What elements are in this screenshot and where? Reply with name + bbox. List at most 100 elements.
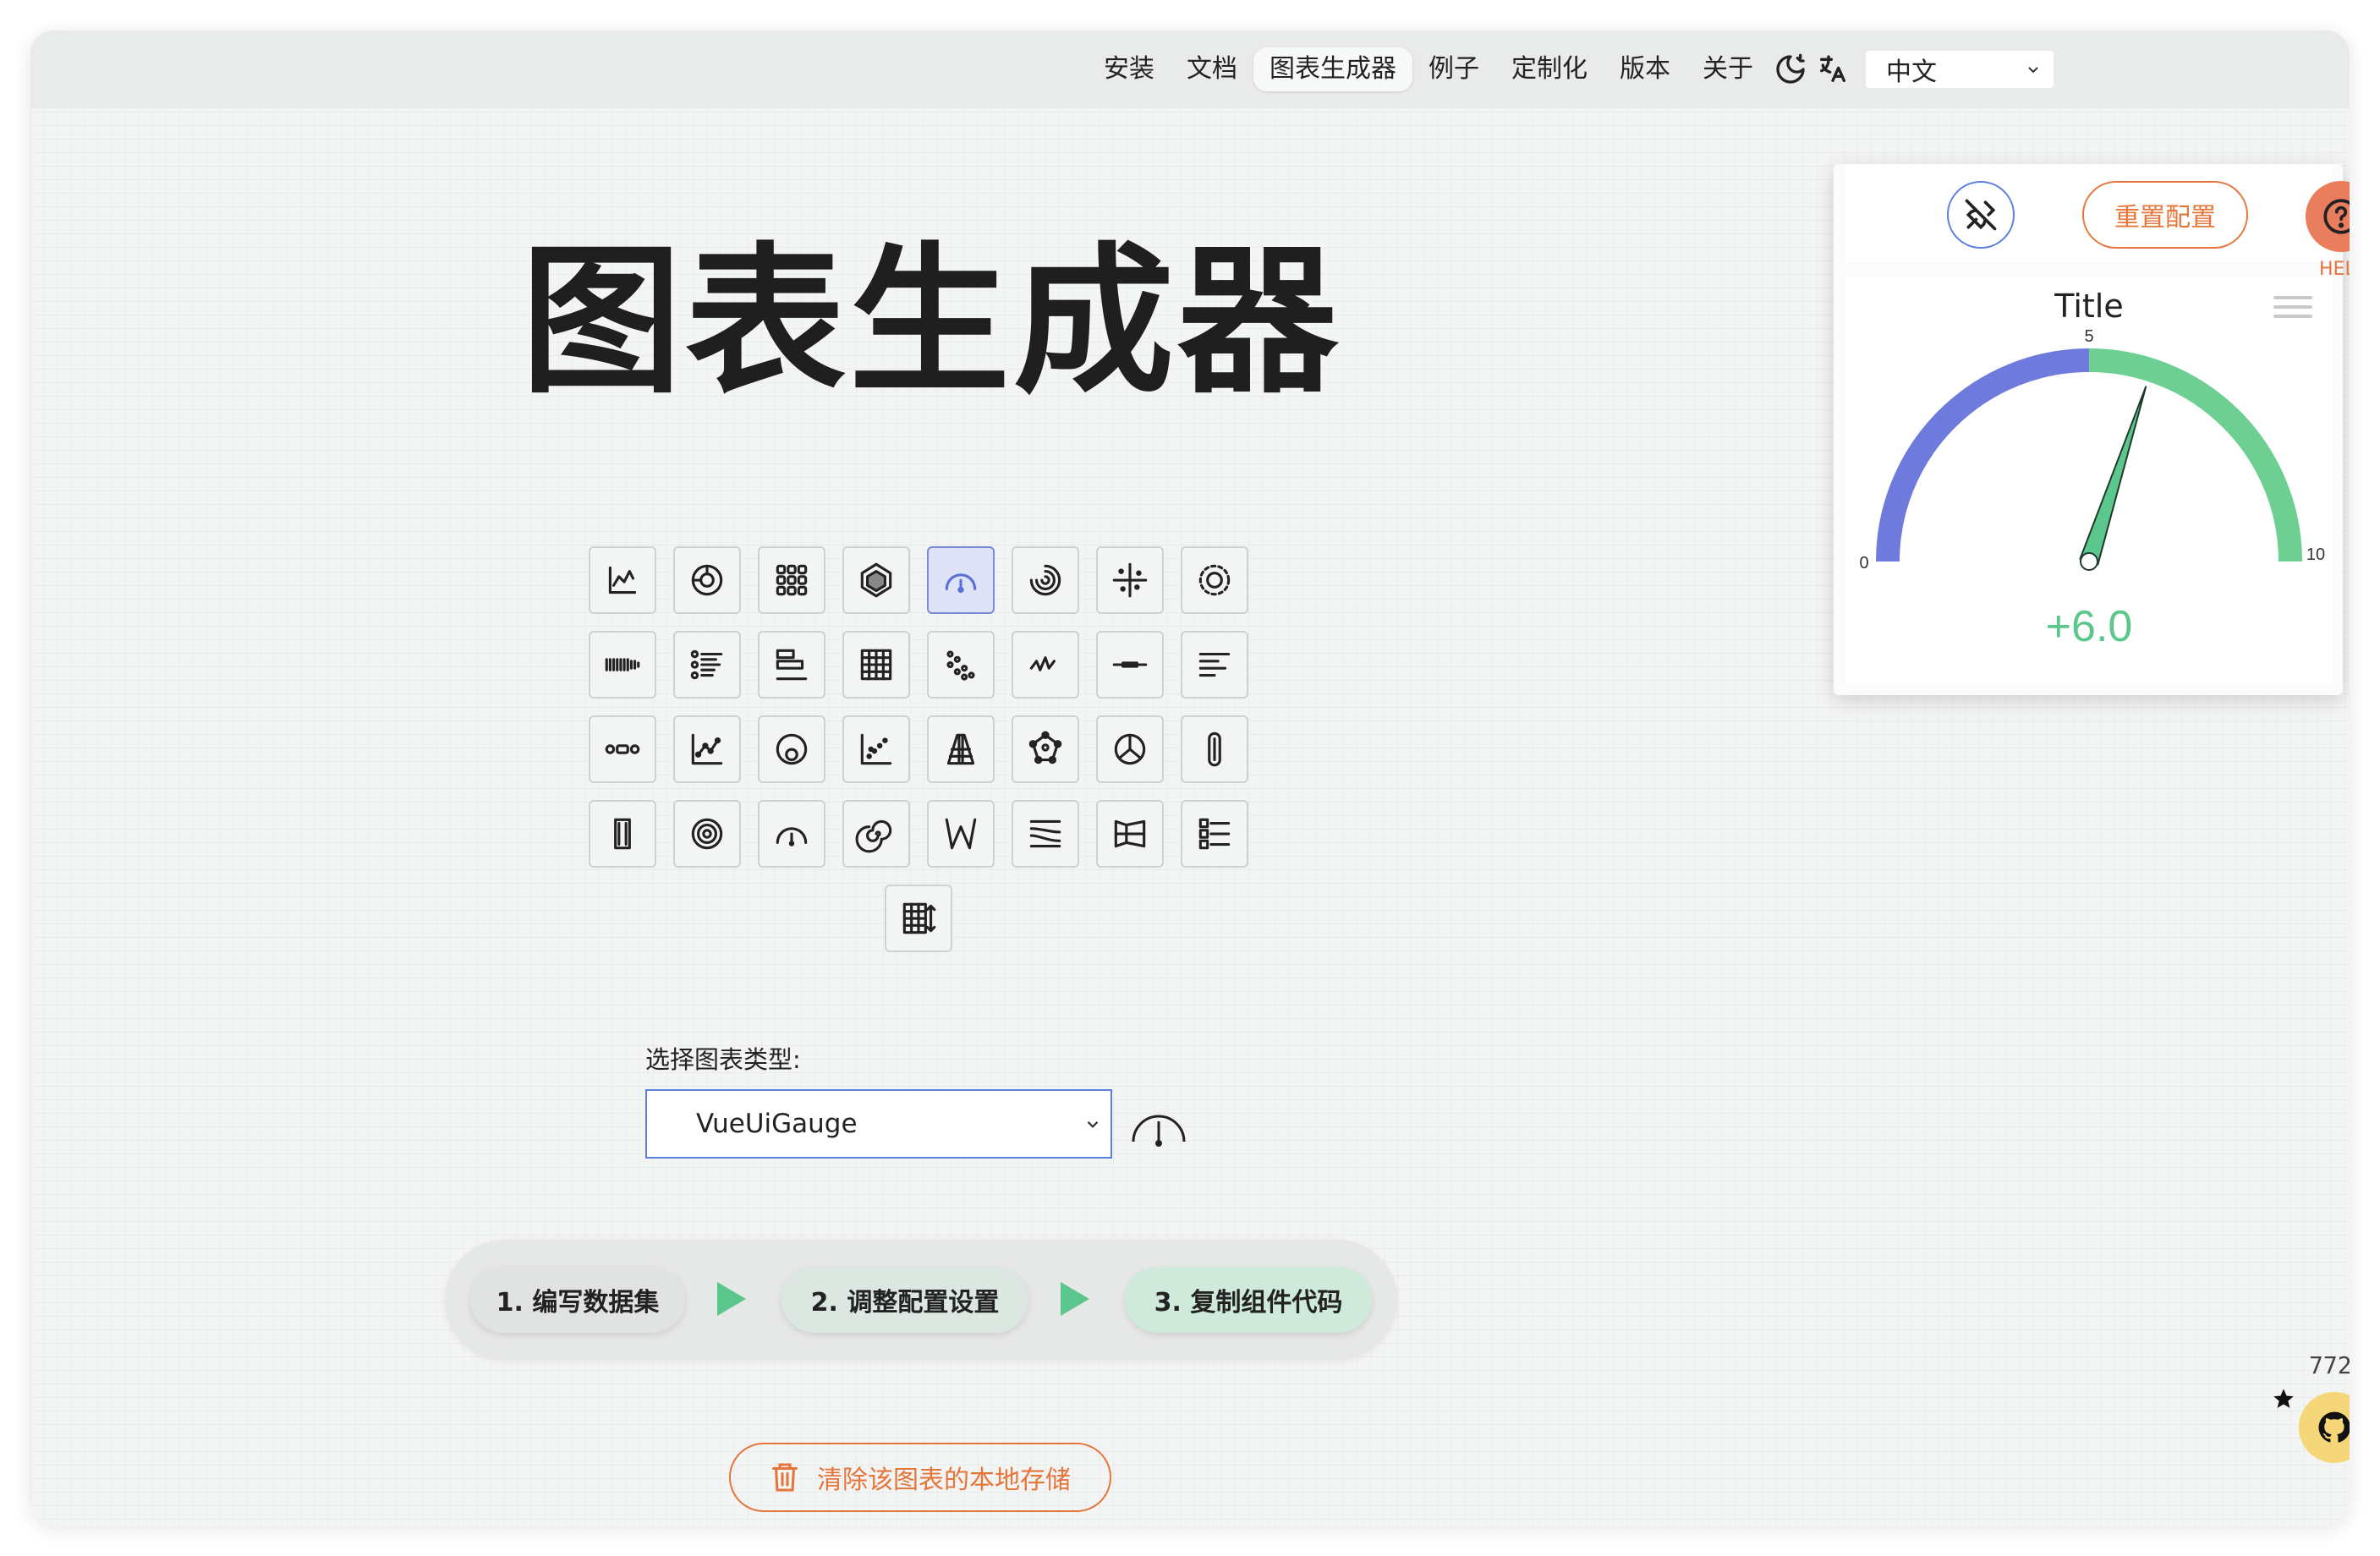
unpin-icon <box>1965 199 1997 231</box>
horizontal-bar-icon <box>776 649 808 681</box>
question-icon <box>2323 199 2350 234</box>
chart-type-button[interactable] <box>589 631 656 699</box>
chart-type-button[interactable] <box>758 631 825 699</box>
chart-type-button[interactable] <box>927 631 995 699</box>
chart-type-button[interactable] <box>1012 715 1079 783</box>
chart-type-button[interactable] <box>758 546 825 614</box>
chart-type-button[interactable] <box>1181 800 1248 868</box>
chart-type-button[interactable] <box>927 546 995 614</box>
chart-type-button[interactable] <box>1012 546 1079 614</box>
quadrant-icon <box>1112 562 1148 598</box>
gauge-needle-hub <box>2080 552 2098 571</box>
step-3[interactable]: 3. 复制组件代码 <box>1125 1267 1372 1333</box>
table-sparkline-icon <box>1198 652 1231 677</box>
github-star-count: 772 <box>2309 1351 2350 1379</box>
github-button[interactable] <box>2299 1392 2350 1463</box>
gauge-chart-card: Title 0 5 10 +6.0 <box>1845 277 2333 683</box>
chart-type-button[interactable] <box>1096 715 1164 783</box>
clear-local-storage-label: 清除该图表的本地存储 <box>817 1466 1071 1495</box>
trash-icon <box>772 1463 798 1492</box>
chart-type-button[interactable] <box>1096 546 1164 614</box>
nav-chart-builder[interactable]: 图表生成器 <box>1253 47 1412 91</box>
chart-type-button[interactable] <box>758 800 825 868</box>
chart-type-button[interactable] <box>758 715 825 783</box>
page-title: 图表生成器 <box>520 228 1341 415</box>
chart-type-value: VueUiGauge <box>696 1109 858 1139</box>
workflow-steps: 1. 编写数据集 2. 调整配置设置 3. 复制组件代码 <box>445 1240 1397 1360</box>
dark-mode-icon[interactable] <box>1769 47 1812 91</box>
step-1[interactable]: 1. 编写数据集 <box>470 1267 685 1333</box>
scatter-icon <box>946 650 975 681</box>
help-button[interactable] <box>2306 181 2350 252</box>
arrow-right-icon <box>717 1282 746 1316</box>
flow-icon <box>1029 819 1061 848</box>
chart-type-button[interactable] <box>1181 631 1248 699</box>
nav-versions[interactable]: 版本 <box>1604 47 1686 91</box>
rings-icon <box>1029 564 1061 596</box>
chart-type-button[interactable] <box>589 800 656 868</box>
chart-type-button[interactable] <box>842 631 910 699</box>
sparkline-icon <box>1029 656 1056 671</box>
chart-type-button[interactable] <box>1181 546 1248 614</box>
thermometer-icon <box>1208 731 1221 767</box>
wheel-icon <box>776 827 808 846</box>
star-icon <box>2272 1387 2295 1414</box>
chart-type-button[interactable] <box>842 546 910 614</box>
pyramid-icon <box>946 733 975 765</box>
top-navbar: 安装 文档 图表生成器 例子 定制化 版本 关于 中文 <box>30 30 2350 108</box>
scatter-plot-icon <box>860 733 892 765</box>
chart-type-button[interactable] <box>1012 631 1079 699</box>
panel-toolbar: 重置配置 HELP <box>1845 164 2350 280</box>
relation-circle-icon <box>776 733 808 765</box>
gauge-segment-0 <box>1876 348 2090 562</box>
chart-type-select[interactable]: VueUiGauge <box>645 1089 1112 1159</box>
nav-customization[interactable]: 定制化 <box>1495 47 1604 91</box>
nav-examples[interactable]: 例子 <box>1412 47 1495 91</box>
app-window: 安装 文档 图表生成器 例子 定制化 版本 关于 中文 图表生成器 选择图表类型… <box>30 30 2350 1526</box>
chart-type-button[interactable] <box>1096 800 1164 868</box>
unpin-button[interactable] <box>1947 181 2015 249</box>
spiral-icon <box>855 819 892 853</box>
chart-type-button[interactable] <box>673 631 741 699</box>
heatmap-icon <box>860 649 892 681</box>
chart-preview-panel: 重置配置 HELP Title 0510+6.0 <box>1834 164 2350 695</box>
nav-install[interactable]: 安装 <box>1088 47 1171 91</box>
table-icon <box>902 902 936 934</box>
chart-type-button[interactable] <box>885 885 952 952</box>
chevron-down-icon <box>1087 1121 1099 1128</box>
chart-type-button[interactable] <box>1012 800 1079 868</box>
translate-icon[interactable] <box>1812 47 1854 91</box>
chart-type-button[interactable] <box>673 715 741 783</box>
step-2[interactable]: 2. 调整配置设置 <box>781 1267 1028 1333</box>
github-icon <box>2318 1411 2350 1443</box>
language-select[interactable]: 中文 <box>1866 51 2054 88</box>
arrow-right-icon <box>1061 1282 1089 1316</box>
chart-type-button[interactable] <box>842 800 910 868</box>
chart-type-button[interactable] <box>589 546 656 614</box>
gauge-chart: 0 5 10 +6.0 <box>1859 327 2325 651</box>
donut-icon <box>691 564 723 596</box>
concentric-icon <box>691 818 723 850</box>
chart-type-button[interactable] <box>927 715 995 783</box>
nested-donuts-icon <box>1114 733 1146 765</box>
gauge-needle <box>2079 386 2147 566</box>
chart-type-button[interactable] <box>842 715 910 783</box>
nav-about[interactable]: 关于 <box>1686 47 1769 91</box>
chart-type-label: 选择图表类型: <box>645 1045 801 1074</box>
gauge-value-label: +6.0 <box>2046 602 2133 651</box>
chart-type-button[interactable] <box>673 800 741 868</box>
chart-type-button[interactable] <box>589 715 656 783</box>
chart-type-button[interactable] <box>1096 631 1164 699</box>
reset-config-button[interactable]: 重置配置 <box>2082 181 2248 249</box>
chart-type-button[interactable] <box>1181 715 1248 783</box>
nav-docs[interactable]: 文档 <box>1171 47 1253 91</box>
chestnut-icon <box>605 744 640 754</box>
xy-chart-icon <box>608 566 637 594</box>
clear-local-storage-button[interactable]: 清除该图表的本地存储 <box>729 1443 1111 1512</box>
chart-type-button[interactable] <box>673 546 741 614</box>
chart-type-button[interactable] <box>927 800 995 868</box>
chevron-down-icon <box>2028 67 2038 74</box>
main-nav: 安装 文档 图表生成器 例子 定制化 版本 关于 中文 <box>1088 46 2054 93</box>
molecule-icon <box>1028 731 1062 764</box>
gauge-tick-label: 5 <box>2084 327 2093 346</box>
